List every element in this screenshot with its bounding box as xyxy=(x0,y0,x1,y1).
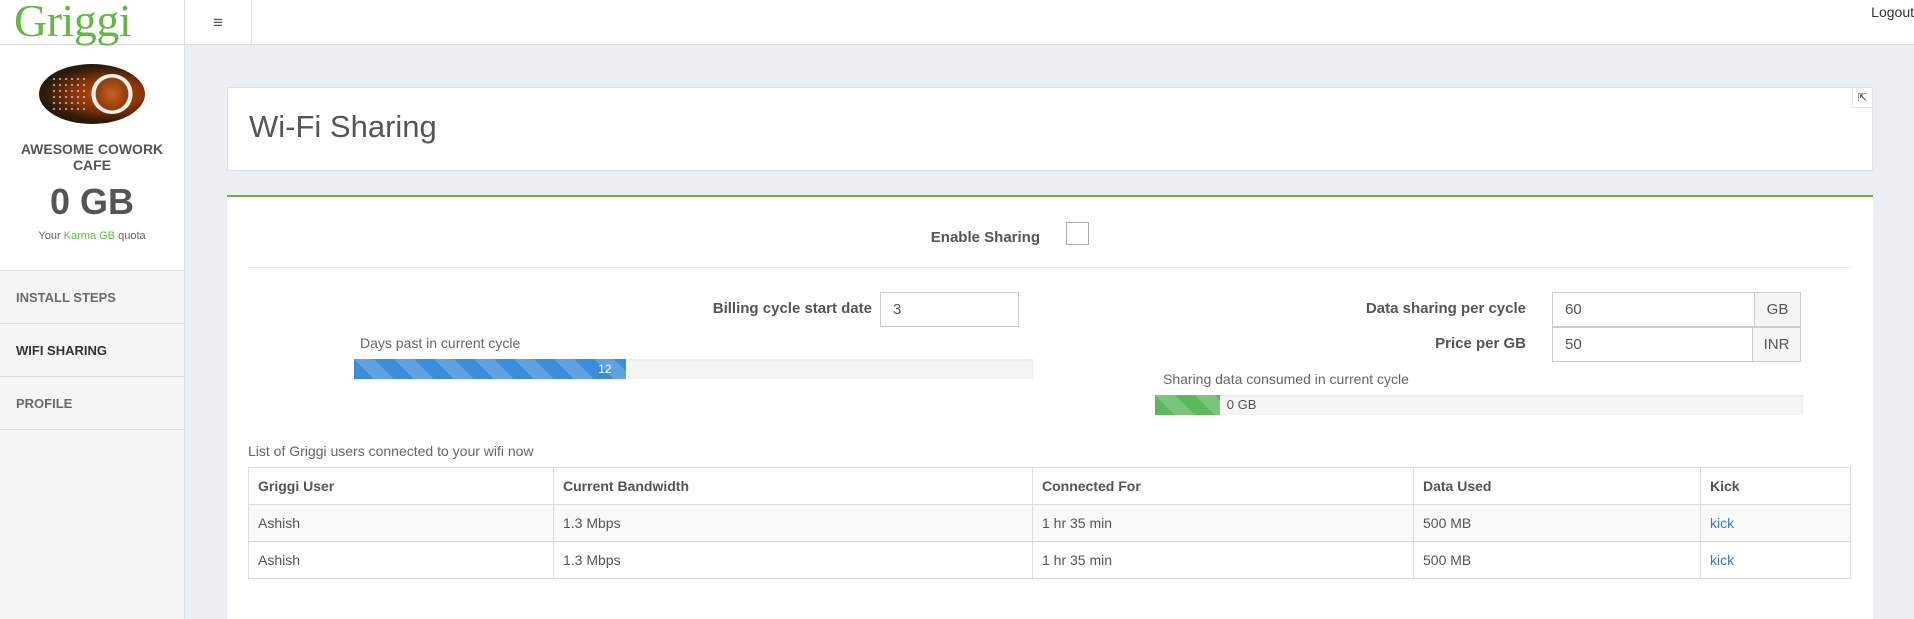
venue-profile: AWESOME COWORK CAFE 0 GB Your Karma GB q… xyxy=(0,45,184,271)
cell-kick: kick xyxy=(1700,504,1851,542)
column-header-data-used: Data Used xyxy=(1413,467,1701,505)
billing-cycle-label: Billing cycle start date xyxy=(712,300,872,317)
column-header-kick: Kick xyxy=(1700,467,1851,505)
sidebar: Griggi AWESOME COWORK CAFE 0 GB Your Kar… xyxy=(0,0,185,619)
cell-bandwidth: 1.3 Mbps xyxy=(553,541,1033,579)
cell-user: Ashish xyxy=(248,541,554,579)
data-sharing-label: Data sharing per cycle xyxy=(1365,300,1526,317)
price-per-gb-label: Price per GB xyxy=(1435,335,1526,352)
billing-cycle-input[interactable]: 3 xyxy=(880,292,1019,327)
top-bar: ≡ Logout xyxy=(185,0,1914,45)
price-per-gb-input[interactable]: 50 xyxy=(1552,327,1753,362)
quota-value: 0 GB xyxy=(49,181,135,222)
cell-kick: kick xyxy=(1700,541,1851,579)
consumed-caption: Sharing data consumed in current cycle xyxy=(1163,371,1409,387)
column-header-bandwidth: Current Bandwidth xyxy=(553,467,1033,505)
cell-data-used: 500 MB xyxy=(1413,541,1701,579)
logout-link[interactable]: Logout xyxy=(1871,4,1914,20)
connected-users-table: Griggi User Current Bandwidth Connected … xyxy=(248,467,1851,579)
table-row: Ashish 1.3 Mbps 1 hr 35 min 500 MB kick xyxy=(248,541,1851,579)
cell-bandwidth: 1.3 Mbps xyxy=(553,504,1033,542)
expand-icon[interactable]: ⇱ xyxy=(1852,88,1872,108)
quota-suffix: quota xyxy=(118,230,146,242)
keyboard-decoration xyxy=(51,76,85,112)
consumed-progress: 0 GB xyxy=(1155,395,1803,415)
page-title: Wi-Fi Sharing xyxy=(249,109,437,144)
quota-prefix: Your xyxy=(38,230,61,242)
title-panel: Wi-Fi Sharing ⇱ xyxy=(227,87,1873,171)
enable-sharing-checkbox[interactable] xyxy=(1066,222,1089,245)
griggi-logo[interactable]: Griggi xyxy=(14,0,184,44)
venue-name: AWESOME COWORK CAFE xyxy=(20,141,164,173)
sharing-settings-panel: Enable Sharing Billing cycle start date … xyxy=(227,195,1873,619)
divider xyxy=(248,267,1852,268)
venue-avatar xyxy=(39,64,145,124)
days-past-caption: Days past in current cycle xyxy=(360,335,521,351)
logo-area: Griggi xyxy=(0,0,184,45)
cell-connected-for: 1 hr 35 min xyxy=(1032,504,1414,542)
kick-link[interactable]: kick xyxy=(1710,515,1734,531)
cell-data-used: 500 MB xyxy=(1413,504,1701,542)
kick-link[interactable]: kick xyxy=(1710,552,1734,568)
hamburger-menu-icon[interactable]: ≡ xyxy=(185,0,252,45)
connected-users-caption: List of Griggi users connected to your w… xyxy=(248,443,534,459)
consumed-progress-label: 0 GB xyxy=(1226,397,1257,412)
enable-sharing-label: Enable Sharing xyxy=(930,229,1040,246)
days-past-progress-fill: 12 xyxy=(354,359,626,379)
enable-sharing-row: Enable Sharing xyxy=(227,197,1873,269)
data-sharing-input[interactable]: 60 xyxy=(1552,292,1755,327)
sidebar-item-profile[interactable]: PROFILE xyxy=(0,377,184,430)
days-past-progress: 12 xyxy=(354,359,1033,379)
data-unit-addon: GB xyxy=(1754,292,1801,327)
karma-gb-link[interactable]: Karma GB xyxy=(64,230,115,242)
sidebar-item-wifi-sharing[interactable]: WIFI SHARING xyxy=(0,324,184,377)
consumed-progress-fill xyxy=(1155,395,1220,415)
cell-user: Ashish xyxy=(248,504,554,542)
table-header-row: Griggi User Current Bandwidth Connected … xyxy=(248,467,1851,505)
cell-connected-for: 1 hr 35 min xyxy=(1032,541,1414,579)
coffee-cup-image xyxy=(91,74,133,114)
quota-caption: Your Karma GB quota xyxy=(0,230,184,242)
table-row: Ashish 1.3 Mbps 1 hr 35 min 500 MB kick xyxy=(248,504,1851,542)
price-unit-addon: INR xyxy=(1752,327,1801,362)
column-header-user: Griggi User xyxy=(248,467,554,505)
column-header-connected-for: Connected For xyxy=(1032,467,1414,505)
sidebar-item-install-steps[interactable]: INSTALL STEPS xyxy=(0,271,184,324)
